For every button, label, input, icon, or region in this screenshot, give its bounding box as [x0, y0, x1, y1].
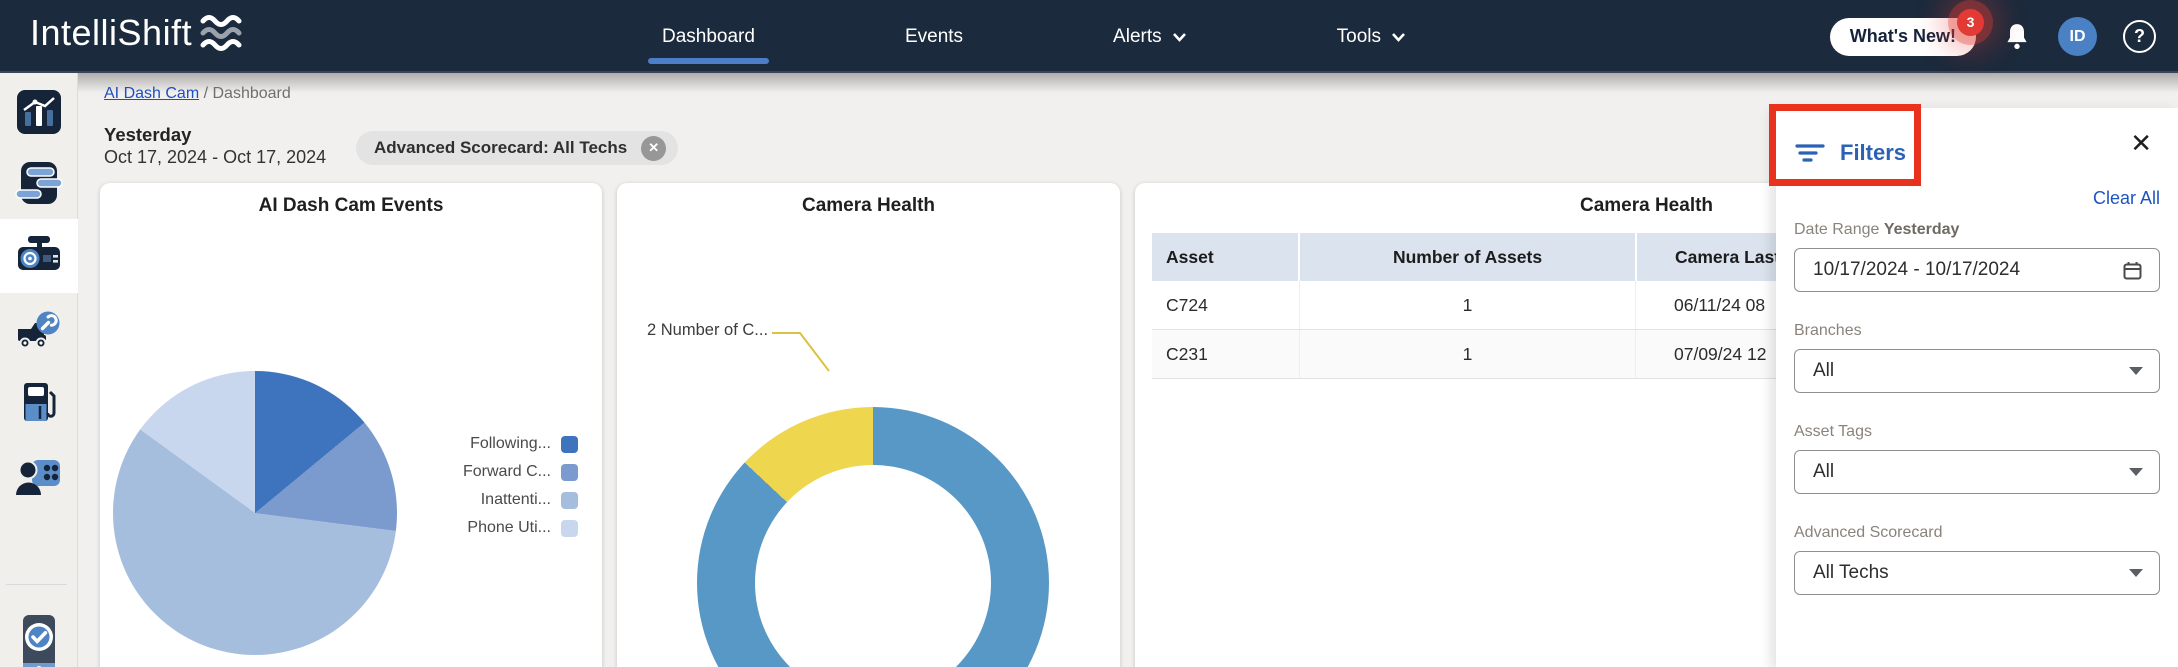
legend-item[interactable]: Following... [470, 435, 578, 453]
legend-marker [561, 435, 578, 453]
caret-down-icon [2129, 367, 2143, 375]
sidebar-item-fuel[interactable] [15, 379, 63, 427]
tab-dashboard[interactable]: Dashboard [648, 0, 769, 73]
dash-cam-icon [18, 236, 60, 270]
routes-icon [15, 162, 63, 204]
camera-health-donut-chart[interactable] [697, 407, 1049, 667]
donut-slice-label: 2 Number of C... [647, 321, 769, 339]
filter-icon [1795, 144, 1825, 162]
breadcrumb-current: Dashboard [212, 85, 291, 102]
legend-item[interactable]: Forward C... [463, 463, 578, 481]
primary-nav-tabs: Dashboard Events Alerts Tools [648, 0, 1406, 73]
col-header-number-of-assets: Number of Assets [1300, 233, 1637, 281]
filters-header: Filters [1794, 140, 2160, 166]
events-pie-legend: Following... Forward C... Inattenti... P… [463, 435, 578, 537]
caret-down-icon [2129, 468, 2143, 476]
fuel-pump-icon [24, 383, 56, 421]
logo-text: IntelliShift [30, 12, 193, 53]
mobile-check-icon [23, 615, 55, 667]
logo-wave-icon [200, 15, 242, 51]
donut-label-leader-line [772, 332, 830, 372]
caret-down-icon [2129, 569, 2143, 577]
analytics-icon [17, 90, 61, 134]
card-title: AI Dash Cam Events [258, 195, 444, 216]
asset-tags-label: Asset Tags [1794, 423, 1872, 440]
legend-item[interactable]: Phone Uti... [467, 519, 578, 537]
sidebar-item-ai-dash-cam[interactable] [15, 231, 63, 279]
chevron-down-icon [1172, 32, 1186, 42]
breadcrumb-separator: / [199, 85, 213, 102]
help-icon[interactable]: ? [2123, 20, 2156, 53]
sidebar-item-coaching[interactable] [15, 453, 63, 501]
card-camera-health-donut: Camera Health 2 Number of C... [617, 183, 1120, 667]
legend-marker [561, 519, 578, 537]
legend-item[interactable]: Inattenti... [481, 491, 578, 509]
asset-tags-select[interactable]: All [1794, 450, 2160, 494]
sidebar-item-mobile-check[interactable] [15, 611, 63, 667]
date-range-field-label: Date Range Yesterday [1794, 221, 1960, 238]
legend-marker [561, 463, 578, 481]
close-icon[interactable]: ✕ [2130, 130, 2152, 156]
card-title: Camera Health [801, 195, 936, 216]
coaching-icon [16, 460, 60, 495]
tab-events[interactable]: Events [905, 0, 963, 73]
col-header-asset: Asset [1152, 233, 1300, 281]
date-range-input[interactable]: 10/17/2024 - 10/17/2024 [1794, 248, 2160, 292]
card-ai-dash-cam-events: AI Dash Cam Events Following... Forward … [100, 183, 602, 667]
filters-panel: ✕ Filters Clear All Date Range Yesterday… [1776, 108, 2178, 667]
branches-label: Branches [1794, 322, 1862, 339]
calendar-icon [2123, 261, 2142, 279]
tab-alerts[interactable]: Alerts [1113, 0, 1187, 73]
date-range-name: Yesterday [104, 124, 192, 145]
branches-select[interactable]: All [1794, 349, 2160, 393]
user-avatar[interactable]: ID [2058, 17, 2097, 56]
clear-all-link[interactable]: Clear All [1794, 188, 2160, 209]
intellishift-logo: IntelliShift [30, 12, 244, 54]
events-pie-chart[interactable] [113, 371, 397, 655]
module-sidebar [0, 73, 78, 667]
sidebar-item-routes[interactable] [15, 159, 63, 207]
service-truck-icon [18, 311, 60, 349]
nav-drop-shadow [0, 73, 2178, 93]
nav-right-cluster: What's New! 3 ID ? [1829, 0, 2156, 73]
advanced-scorecard-chip: Advanced Scorecard: All Techs ✕ [356, 131, 679, 165]
sidebar-item-analytics[interactable] [15, 88, 63, 136]
top-nav-bar: IntelliShift Dashboard Events Alerts Too… [0, 0, 2178, 73]
chevron-down-icon [1392, 32, 1405, 42]
sidebar-divider [6, 584, 67, 585]
notification-count-badge: 3 [1957, 8, 1984, 36]
bell-icon[interactable] [2002, 21, 2032, 53]
date-range-dates: Oct 17, 2024 - Oct 17, 2024 [104, 147, 327, 167]
legend-marker [561, 491, 578, 509]
chip-close-icon[interactable]: ✕ [641, 135, 667, 161]
chip-label: Advanced Scorecard: All Techs [374, 138, 628, 157]
intellishift-dashboard-screen: IntelliShift Dashboard Events Alerts Too… [0, 0, 2178, 667]
advanced-scorecard-select[interactable]: All Techs [1794, 551, 2160, 595]
advanced-scorecard-label: Advanced Scorecard [1794, 524, 1943, 541]
breadcrumb-link-ai-dash-cam[interactable]: AI Dash Cam [104, 85, 199, 102]
breadcrumb: AI Dash Cam / Dashboard [104, 85, 291, 103]
sidebar-item-service[interactable] [15, 306, 63, 354]
filters-title: Filters [1840, 140, 1907, 165]
whats-new-button[interactable]: What's New! 3 [1829, 8, 1984, 56]
tab-tools[interactable]: Tools [1337, 0, 1406, 73]
